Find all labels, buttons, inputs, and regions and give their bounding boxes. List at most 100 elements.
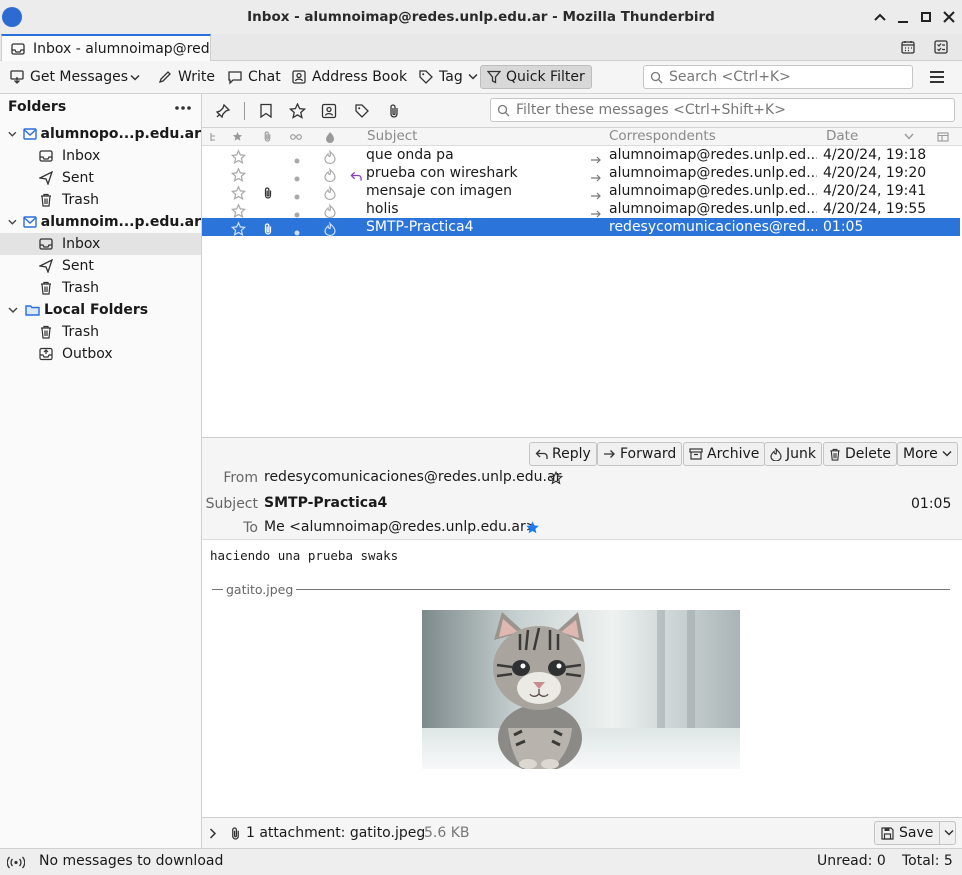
column-date[interactable]: Date (826, 128, 858, 144)
star-icon[interactable] (549, 471, 563, 485)
folder-label: Sent (62, 258, 94, 274)
folder-account-alumnopop[interactable]: alumnopo...p.edu.ar (0, 123, 201, 145)
tag-button[interactable]: Tag (415, 65, 481, 89)
trash-icon (41, 281, 51, 295)
junk-flame-icon[interactable] (324, 220, 336, 238)
attachment-column-icon[interactable] (263, 130, 272, 143)
star-icon[interactable] (289, 103, 306, 119)
folder-label: Inbox (62, 148, 101, 164)
folder-item-trash[interactable]: Trash (0, 277, 201, 299)
address-book-button[interactable]: Address Book (288, 65, 410, 89)
thread-column-icon[interactable] (210, 132, 218, 142)
message-subject: mensaje con imagen (366, 183, 513, 199)
chevron-down-icon[interactable] (7, 306, 19, 314)
to-label: To (243, 520, 258, 536)
write-label: Write (178, 69, 215, 85)
from-address[interactable]: redesycomunicaciones@redes.unlp.edu.ar (264, 469, 561, 485)
attachment-inline-name: gatito.jpeg (223, 582, 297, 597)
star-toggle-icon[interactable] (231, 220, 246, 238)
save-button[interactable]: Save (874, 821, 956, 845)
junk-column-icon[interactable] (325, 131, 335, 143)
maximize-up-icon[interactable] (872, 9, 888, 25)
message-correspondent: alumnoimap@redes.unlp.ed... (609, 165, 817, 181)
filter-messages-input[interactable]: Filter these messages <Ctrl+Shift+K> (490, 98, 955, 122)
reply-label: Reply (552, 446, 591, 462)
attachment-separator (212, 589, 950, 590)
to-address[interactable]: Me <alumnoimap@redes.unlp.edu.ar> (264, 519, 537, 535)
tab-inbox[interactable]: Inbox - alumnoimap@red (1, 34, 211, 61)
chevron-down-icon[interactable] (130, 74, 140, 82)
chevron-down-icon[interactable] (944, 829, 954, 837)
minimize-icon[interactable] (895, 9, 911, 25)
total-count: Total: 5 (902, 853, 953, 869)
attachment-summary[interactable]: 1 attachment: gatito.jpeg (246, 825, 425, 841)
tab-strip: Inbox - alumnoimap@red (0, 34, 962, 61)
window-title: Inbox - alumnoimap@redes.unlp.edu.ar - M… (247, 9, 715, 25)
contact-icon[interactable] (321, 103, 337, 119)
delete-button[interactable]: Delete (823, 442, 897, 466)
app-menu-icon[interactable] (930, 71, 944, 86)
sort-descending-icon[interactable] (904, 133, 914, 140)
chevron-down-icon[interactable] (7, 218, 18, 226)
body-text: haciendo una prueba swaks (210, 548, 399, 563)
message-row[interactable]: que onda pa alumnoimap@redes.unlp.ed... 4/… (202, 146, 960, 165)
save-icon (881, 826, 894, 840)
folder-item-outbox[interactable]: Outbox (0, 343, 201, 365)
chevron-right-icon[interactable] (209, 828, 217, 839)
close-icon[interactable] (941, 9, 957, 25)
folder-account-alumnoimap[interactable]: alumnoim...p.edu.ar (0, 211, 201, 233)
account-name: Local Folders (44, 302, 149, 318)
message-row[interactable]: mensaje con imagen alumnoimap@redes.unlp.… (202, 182, 960, 201)
junk-button[interactable]: Junk (764, 442, 822, 466)
search-icon (497, 104, 510, 116)
forward-button[interactable]: Forward (597, 442, 683, 466)
tasks-icon[interactable] (933, 39, 949, 55)
outbox-icon (39, 347, 53, 361)
more-options-icon[interactable] (175, 106, 191, 110)
online-status-icon[interactable] (7, 856, 25, 869)
message-header: Reply Forward Archive Junk Delete More F… (202, 438, 962, 540)
write-button[interactable]: Write (154, 65, 218, 89)
restore-icon[interactable] (918, 9, 934, 25)
star-column-icon[interactable] (232, 131, 243, 142)
calendar-icon[interactable] (900, 39, 916, 55)
folder-item-sent[interactable]: Sent (0, 167, 201, 189)
junk-label: Junk (786, 446, 816, 462)
archive-button[interactable]: Archive (683, 442, 766, 466)
inbox-icon (39, 150, 53, 162)
read-status-column-icon[interactable] (290, 132, 302, 142)
chat-button[interactable]: Chat (224, 65, 284, 89)
reply-button[interactable]: Reply (529, 442, 597, 466)
star-filled-icon[interactable] (525, 520, 540, 535)
attachment-icon[interactable] (388, 103, 400, 119)
message-row[interactable]: holis alumnoimap@redes.unlp.ed... 4/20/24,… (202, 200, 960, 219)
pencil-icon (158, 71, 171, 84)
message-row[interactable]: SMTP-Practica4 redesycomunicaciones@red..… (202, 218, 960, 238)
folder-item-sent[interactable]: Sent (0, 255, 201, 277)
tag-icon (419, 70, 433, 84)
folder-item-inbox[interactable]: Inbox (0, 233, 201, 255)
unread-bookmark-icon[interactable] (259, 103, 273, 119)
folders-header: Folders (8, 99, 67, 115)
folder-item-inbox[interactable]: Inbox (0, 145, 201, 167)
quick-filter-bar: Filter these messages <Ctrl+Shift+K> (202, 94, 962, 128)
folder-account-local-folders[interactable]: Local Folders (0, 299, 201, 321)
message-row[interactable]: prueba con wireshark alumnoimap@redes.unl… (202, 164, 960, 183)
pin-icon[interactable] (215, 103, 231, 119)
column-correspondents[interactable]: Correspondents (609, 128, 716, 144)
read-dot-icon[interactable] (294, 224, 300, 242)
global-search-input[interactable]: Search <Ctrl+K> (643, 65, 913, 89)
tag-icon[interactable] (354, 103, 370, 119)
quick-filter-button[interactable]: Quick Filter (480, 65, 592, 89)
reply-icon (535, 449, 548, 459)
account-name: alumnoim...p.edu.ar (40, 214, 201, 230)
sent-icon (39, 259, 53, 273)
column-picker-icon[interactable] (937, 132, 949, 142)
folder-item-trash[interactable]: Trash (0, 321, 201, 343)
more-button[interactable]: More (897, 442, 958, 466)
chevron-down-icon[interactable] (7, 130, 18, 138)
get-messages-button[interactable]: Get Messages (6, 65, 131, 89)
kitten-image[interactable] (422, 610, 740, 769)
folder-item-trash[interactable]: Trash (0, 189, 201, 211)
column-subject[interactable]: Subject (367, 128, 417, 144)
